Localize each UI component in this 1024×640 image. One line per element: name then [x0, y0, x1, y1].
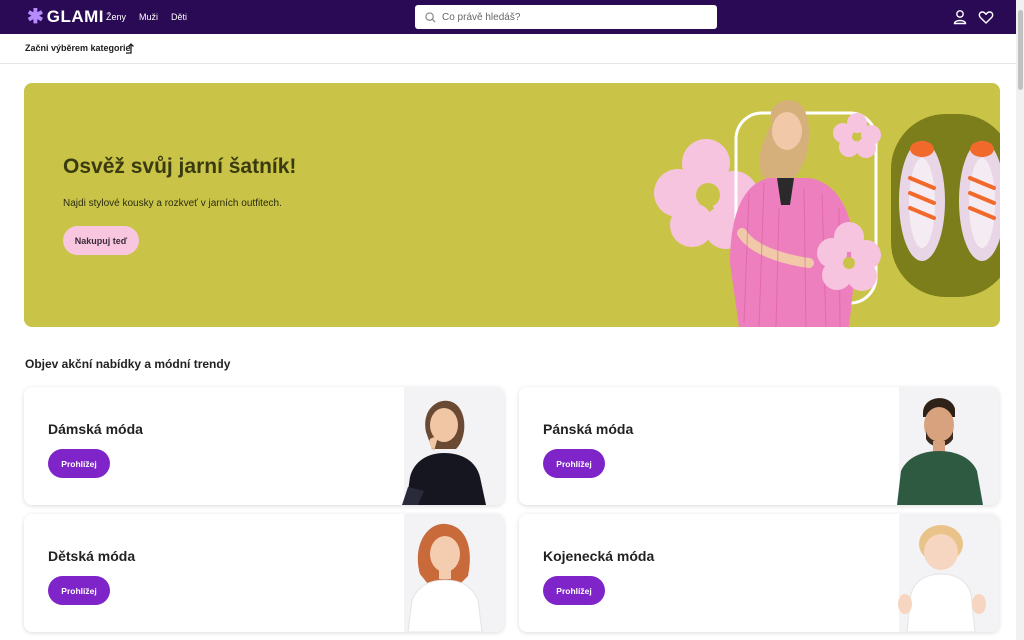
arrow-up-right-icon[interactable]	[125, 42, 137, 54]
category-picker-link[interactable]: Začni výběrem kategorie	[25, 43, 131, 53]
card-womens-fashion[interactable]: Dámská móda Prohlížej	[24, 387, 504, 505]
browse-button[interactable]: Prohlížej	[543, 449, 605, 478]
logo-star-icon: ✱	[27, 6, 44, 28]
user-icon[interactable]	[952, 9, 968, 25]
card-baby-fashion[interactable]: Kojenecká móda Prohlížej	[519, 514, 999, 632]
scrollbar-thumb[interactable]	[1018, 10, 1023, 90]
browse-button[interactable]: Prohlížej	[48, 576, 110, 605]
hero-title: Osvěž svůj jarní šatník!	[63, 155, 297, 178]
browse-button[interactable]: Prohlížej	[48, 449, 110, 478]
card-title: Pánská móda	[543, 421, 634, 437]
nav-item-zeny[interactable]: Ženy	[106, 10, 126, 24]
woman-model-photo	[402, 400, 486, 505]
girl-model-photo	[407, 523, 483, 632]
header-actions	[952, 9, 994, 25]
category-bar: Začni výběrem kategorie	[0, 34, 1016, 64]
hero-shop-button[interactable]: Nakupuj teď	[63, 226, 139, 255]
page-scrollbar[interactable]	[1016, 0, 1024, 640]
card-mens-fashion[interactable]: Pánská móda Prohlížej	[519, 387, 999, 505]
card-title: Kojenecká móda	[543, 548, 655, 564]
card-title: Dámská móda	[48, 421, 143, 437]
search-input[interactable]	[442, 11, 702, 23]
logo-text: GLAMI	[46, 7, 105, 26]
man-model-photo	[897, 398, 983, 505]
baby-model-photo	[898, 525, 986, 632]
heart-icon[interactable]	[978, 9, 994, 25]
browse-button[interactable]: Prohlížej	[543, 576, 605, 605]
card-kids-fashion[interactable]: Dětská móda Prohlížej	[24, 514, 504, 632]
section-title: Objev akční nabídky a módní trendy	[25, 357, 231, 371]
hero-illustration	[654, 100, 1000, 327]
hero-subtitle: Najdi stylové kousky a rozkveť v jarních…	[63, 198, 282, 209]
search-icon	[425, 11, 436, 23]
nav-item-deti[interactable]: Děti	[171, 10, 187, 24]
glami-logo[interactable]: ✱ GLAMI	[27, 6, 105, 28]
nav-item-muzi[interactable]: Muži	[139, 10, 158, 24]
main-nav: Ženy Muži Děti	[106, 10, 187, 24]
top-navigation-bar: ✱ GLAMI Ženy Muži Děti	[0, 0, 1016, 34]
hero-banner: Osvěž svůj jarní šatník! Najdi stylové k…	[24, 83, 1000, 327]
search-box[interactable]	[415, 5, 717, 29]
card-title: Dětská móda	[48, 548, 136, 564]
